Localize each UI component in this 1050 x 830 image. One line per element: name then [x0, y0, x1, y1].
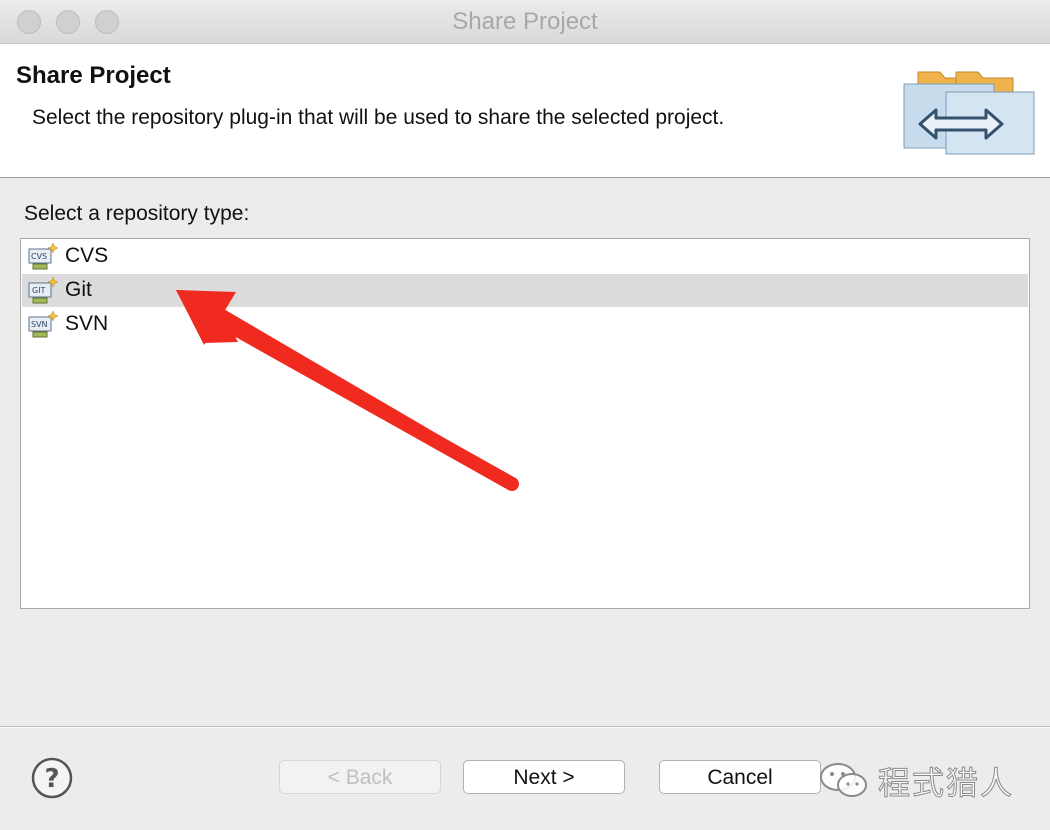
repository-type-label: Select a repository type: [24, 202, 250, 225]
repository-item-label: Git [65, 278, 92, 301]
repository-item-svn[interactable]: SVN SVN [22, 308, 1028, 341]
wechat-icon [820, 763, 867, 797]
svn-icon: SVN [28, 311, 58, 338]
cvs-icon: CVS [28, 243, 58, 270]
svg-text:GIT: GIT [32, 286, 46, 295]
watermark: 程式猎人 [818, 756, 1018, 803]
wizard-header: Share Project Select the repository plug… [0, 44, 1050, 178]
svg-text:SVN: SVN [31, 320, 48, 329]
watermark-text: 程式猎人 [877, 764, 1015, 803]
help-icon[interactable]: ? [31, 757, 73, 799]
share-project-banner-icon [903, 71, 1035, 155]
next-button[interactable]: Next > [463, 760, 625, 794]
repository-type-list[interactable]: CVS CVS GIT Git SVN SVN [20, 238, 1030, 609]
svg-text:?: ? [44, 764, 59, 794]
cancel-button[interactable]: Cancel [659, 760, 821, 794]
page-description: Select the repository plug-in that will … [32, 106, 725, 129]
git-icon: GIT [28, 277, 58, 304]
page-title: Share Project [16, 62, 171, 89]
repository-item-git[interactable]: GIT Git [22, 274, 1028, 307]
svg-text:CVS: CVS [31, 252, 47, 261]
back-button[interactable]: < Back [279, 760, 441, 794]
window-title: Share Project [452, 8, 598, 35]
repository-item-label: SVN [65, 312, 109, 335]
repository-item-label: CVS [65, 244, 109, 267]
button-bar-divider-highlight [0, 727, 1050, 728]
title-bar: Share Project [0, 0, 1050, 44]
repository-item-cvs[interactable]: CVS CVS [22, 240, 1028, 273]
